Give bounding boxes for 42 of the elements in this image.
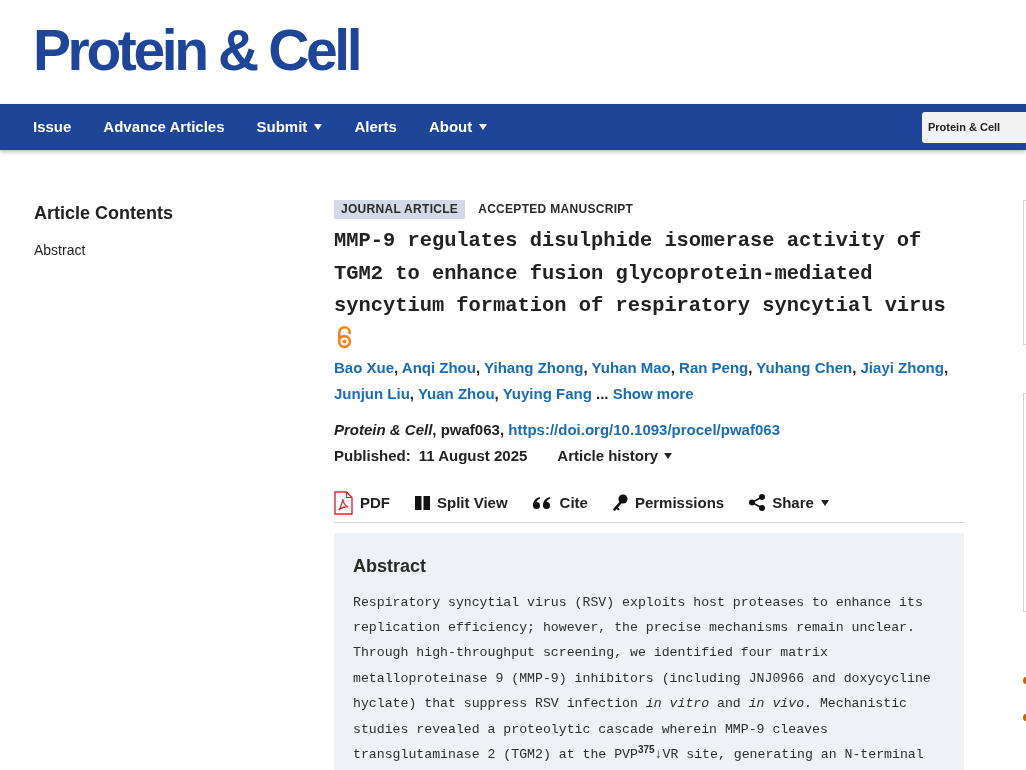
nav-menu-item[interactable]: Advance Articles	[103, 117, 225, 137]
manuscript-status-label: ACCEPTED MANUSCRIPT	[478, 201, 634, 218]
article-type-tag: JOURNAL ARTICLE	[334, 200, 466, 219]
toolbar-button[interactable]: Split View	[415, 494, 508, 511]
pdf-document-icon	[334, 490, 353, 515]
author-link[interactable]: Yuhan Mao	[591, 358, 671, 376]
abstract-heading: Abstract	[353, 554, 427, 578]
author-link[interactable]: Anqi Zhou	[401, 358, 476, 376]
author-link[interactable]: Yuan Zhou	[417, 384, 495, 402]
published-date: 11 August 2025	[418, 447, 528, 464]
sidebar-heading: Article Contents	[34, 202, 174, 224]
author-link[interactable]: Yuying Fang	[502, 384, 592, 402]
nav-menu-item[interactable]: Issue	[33, 117, 72, 137]
doi-link[interactable]: https://doi.org/10.1093/procel/pwaf063	[508, 420, 780, 438]
article-history-button[interactable]: Article history	[557, 447, 673, 464]
article-title: MMP-9 regulates disulphide isomerase activity of TGM2 to enhance fusion glycoprotein-mediated syncytium formation of respiratory syncytial virus	[334, 228, 947, 319]
author-link[interactable]: Jiayi Zhong	[860, 358, 944, 376]
sidebar-link[interactable]: Abstract	[34, 239, 86, 261]
toolbar-button[interactable]: Cite	[532, 494, 588, 511]
toolbar-button[interactable]: PDF	[334, 490, 390, 515]
author-link[interactable]: Junjun Liu	[334, 384, 410, 402]
split-view-icon	[415, 495, 430, 510]
published-label: Published:	[334, 447, 411, 464]
toolbar-button[interactable]: Permissions	[612, 494, 725, 511]
quote-icon	[532, 496, 550, 509]
author-list: Bao Xue, Anqi Zhou, Yihang Zhong, Yuhan Mao, Ran Peng, Yuhang Chen, Jiayi Zhong, Junjun Liu, Yuan Zhou, Yuying Fang ... Show more	[334, 354, 964, 407]
nav-menu-item[interactable]: Submit	[256, 117, 323, 137]
author-link[interactable]: Yuhang Chen	[756, 358, 853, 376]
author-link[interactable]: Yihang Zhong	[484, 358, 584, 376]
show-more-link[interactable]: Show more	[612, 384, 694, 402]
caret-icon	[664, 452, 673, 459]
author-link[interactable]: Bao Xue	[334, 358, 394, 376]
citation-line: Protein & Cell, pwaf063, https://doi.org/10.1093/procel/pwaf063	[334, 419, 781, 440]
nav-menu-item[interactable]: About	[428, 117, 488, 137]
key-icon	[612, 494, 628, 511]
nav-menu-item[interactable]: Alerts	[354, 117, 397, 137]
toolbar-button[interactable]: Share	[749, 494, 829, 511]
journal-logo[interactable]: Protein & Cell	[33, 22, 360, 79]
author-link[interactable]: Ran Peng	[679, 358, 749, 376]
journal-select[interactable]: Protein & Cell	[922, 111, 1026, 143]
share-icon	[749, 494, 766, 511]
abstract-text: Respiratory syncytial virus (RSV) exploits host proteases to enhance its replication efficiency; however, the precise mechanisms remain unclear. Through high-throughput screening, we identified four matrix metalloproteinase 9 (MMP-9) inhibitors (including JNJ0966 and doxycycline hyclate) that suppress RSV infection in vitro and in vivo. Mechanistic studies revealed a proteolytic cascade wherein MMP-9 cleaves transglutaminase 2 (TGM2) at the PVP$^{375}$↓VR site, generating an N-terminal	[353, 593, 932, 764]
